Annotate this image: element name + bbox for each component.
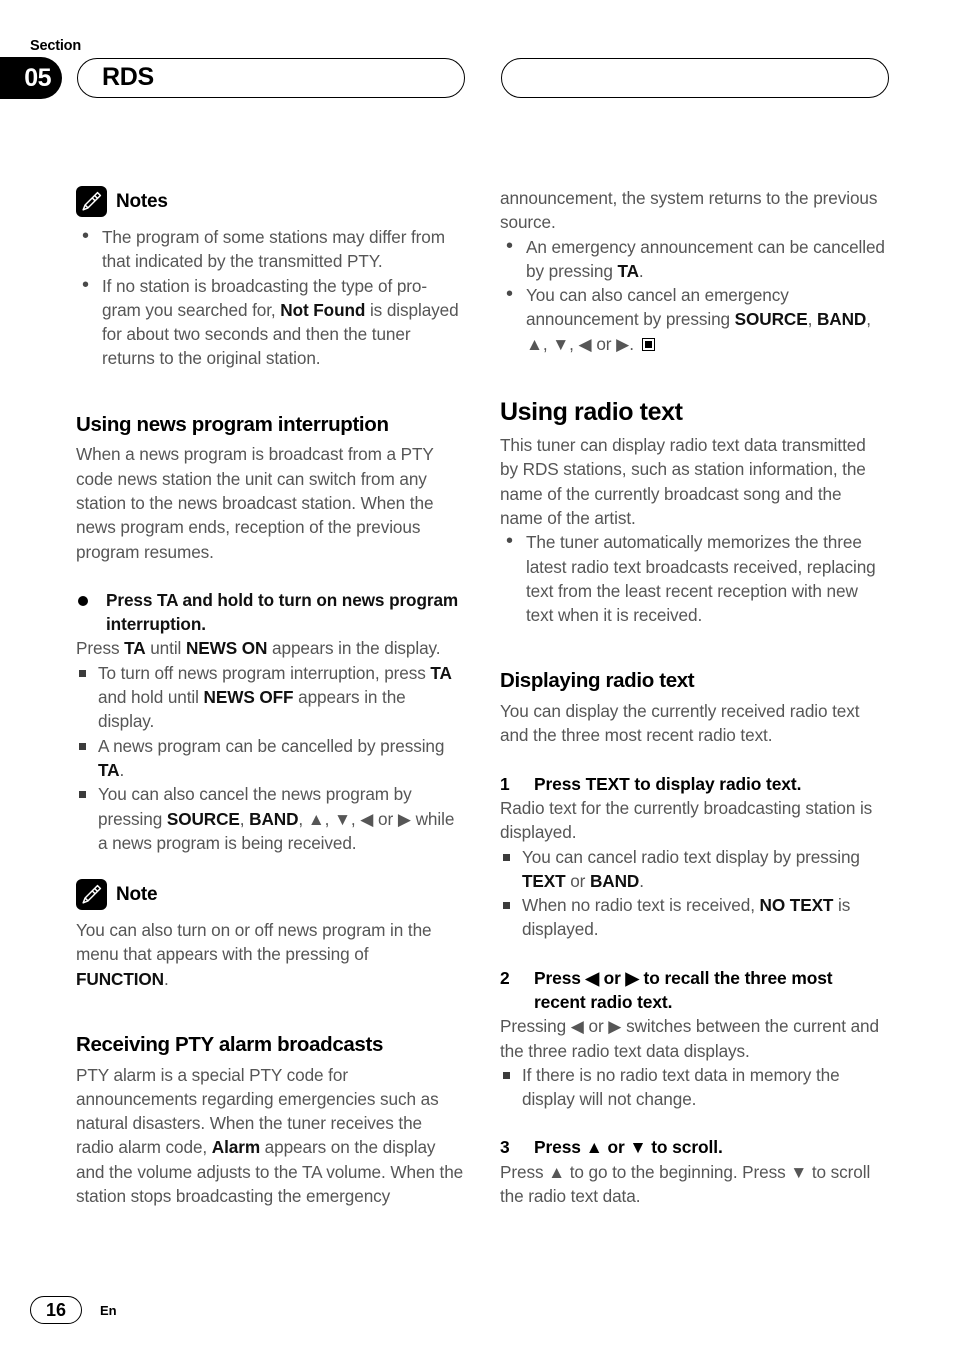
action-display-news-on: NEWS ON [185,638,268,659]
heading-using-radio-text: Using radio text [500,398,683,427]
paragraph-continuation: announcement, the system returns to the … [500,188,878,233]
page-header: Section 05 RDS [0,0,954,130]
sub-key-2: NEWS OFF [203,687,294,708]
sub-item: You can also cancel the news program by … [76,782,464,855]
note-bold-term: Not Found [280,299,366,320]
pencil-icon [76,186,107,217]
step-2-body: Pressing ◀ or ▶ switches between the cur… [500,1016,879,1061]
header-pill-left: RDS [77,58,465,98]
step-3-body: Press ▲ to go to the beginning. Press ▼ … [500,1161,871,1207]
bullet-key-source: SOURCE [734,309,808,330]
bullet-key-band: BAND [816,309,867,330]
note-text-b: . [164,968,169,989]
note-block: Note You can also turn on or off news pr… [76,879,464,991]
sub-key-1: TA [98,759,120,780]
list-item: The tuner automatically memorizes the th… [500,529,888,627]
page-number: 16 [45,1299,67,1320]
sub-text-c: or [565,870,590,891]
sub-text-c: , [239,808,250,829]
step-number: 2 [500,967,510,988]
bullet-key-ta: TA [617,260,639,281]
end-of-section-icon [641,337,655,351]
step-3: 3 Press ▲ or ▼ to scroll. [500,1135,888,1159]
action-body: Press TA until NEWS ON appears in the di… [76,636,464,660]
header-title: RDS [102,62,154,91]
sub-text-a: A news program can be cancelled by press… [98,735,445,756]
sub-display-no-text: NO TEXT [759,895,834,916]
bullet-text-a: An emergency announcement can be cancell… [526,236,885,281]
header-pill-right [501,58,889,98]
radio-text-bullets: The tuner automatically memorizes the th… [500,529,888,627]
action-body-d: appears in the display. [267,638,441,659]
sub-key-1: TA [430,662,452,683]
step-1-body: Radio text for the currently broadcastin… [500,797,873,843]
note-header: Note [76,879,464,911]
notes-block: Notes The program of some stations may d… [76,186,464,371]
sub-item: If there is no radio text data in memory… [500,1063,888,1112]
sub-item: You can cancel radio text display by pre… [500,845,888,894]
step-title: Press ◀ or ▶ to recall the three most re… [534,967,833,1012]
note-key-function: FUNCTION [76,968,164,989]
step-number: 3 [500,1137,510,1158]
sub-text-a: To turn off news program interruption, p… [98,662,431,683]
action-press-ta-hold: Press TA and hold to turn on news progra… [76,588,464,637]
action-body-a: Press [76,638,125,659]
heading-receiving-pty-alarm-broadcasts: Receiving PTY alarm broadcasts [76,1032,384,1056]
step-number: 1 [500,773,510,794]
bullet-text-c: . [638,260,644,281]
action-heading: Press TA and hold to turn on news progra… [106,589,459,635]
sub-text-a: If there is no radio text data in memory… [522,1064,840,1110]
sub-text-a: You can cancel radio text display by pre… [522,846,860,867]
paragraph-pty-alarm: PTY alarm is a special PTY code for anno… [76,1063,464,1209]
notes-header: Notes [76,186,464,217]
pty-display-alarm: Alarm [211,1137,260,1158]
sub-item: A news program can be cancelled by press… [76,734,464,783]
sub-text-c: and hold until [98,687,204,708]
sub-item: When no radio text is received, NO TEXT … [500,893,888,942]
list-item: You can also cancel an emergency announc… [500,282,888,356]
sub-text-a: When no radio text is received, [522,895,760,916]
section-number-tab: 05 [0,57,62,99]
notes-title: Notes [116,190,168,212]
pencil-icon [76,879,107,911]
continuation-bullets: An emergency announcement can be cancell… [500,234,888,356]
sub-key-source: SOURCE [166,808,240,829]
sub-text-d: . [639,870,644,891]
list-item: The program of some stations may differ … [76,224,464,274]
bullet-text-c: , [807,309,817,330]
step-title: Press ▲ or ▼ to scroll. [534,1137,723,1158]
sub-text-c: . [119,759,125,780]
page-number-badge: 16 [30,1296,82,1324]
sub-key-band: BAND [589,870,640,891]
section-label: Section [30,38,81,54]
heading-using-news-program-interruption: Using news program interruption [76,412,389,436]
paragraph-radio-text-intro: This tuner can display radio text data t… [500,435,866,528]
step-1: 1 Press TEXT to display radio text. [500,772,888,796]
page-footer: 16 En [30,1296,117,1324]
action-body-c: until [145,638,186,659]
step-title: Press TEXT to display radio text. [534,773,802,794]
paragraph-news-intro: When a news program is broadcast from a … [76,444,434,562]
sub-item: To turn off news program interruption, p… [76,661,464,734]
heading-displaying-radio-text: Displaying radio text [500,669,695,693]
list-item: An emergency announcement can be cancell… [500,234,888,284]
note-title: Note [116,883,158,905]
notes-list: The program of some stations may differ … [76,224,464,371]
action-key-ta: TA [124,638,146,659]
sub-key-text: TEXT [522,870,566,891]
note-paragraph: You can also turn on or off news program… [76,918,464,991]
step-2: 2 Press ◀ or ▶ to recall the three most … [500,966,888,1015]
language-label: En [100,1302,117,1318]
list-item: If no station is broadcasting the type o… [76,273,464,371]
right-column: announcement, the system returns to the … [500,186,888,1208]
left-column: Notes The program of some stations may d… [76,186,464,1208]
paragraph-displaying-intro: You can display the currently received r… [500,701,860,746]
section-number: 05 [24,63,51,92]
sub-key-band: BAND [249,808,299,829]
note-text-a: You can also turn on or off news program… [76,920,432,965]
